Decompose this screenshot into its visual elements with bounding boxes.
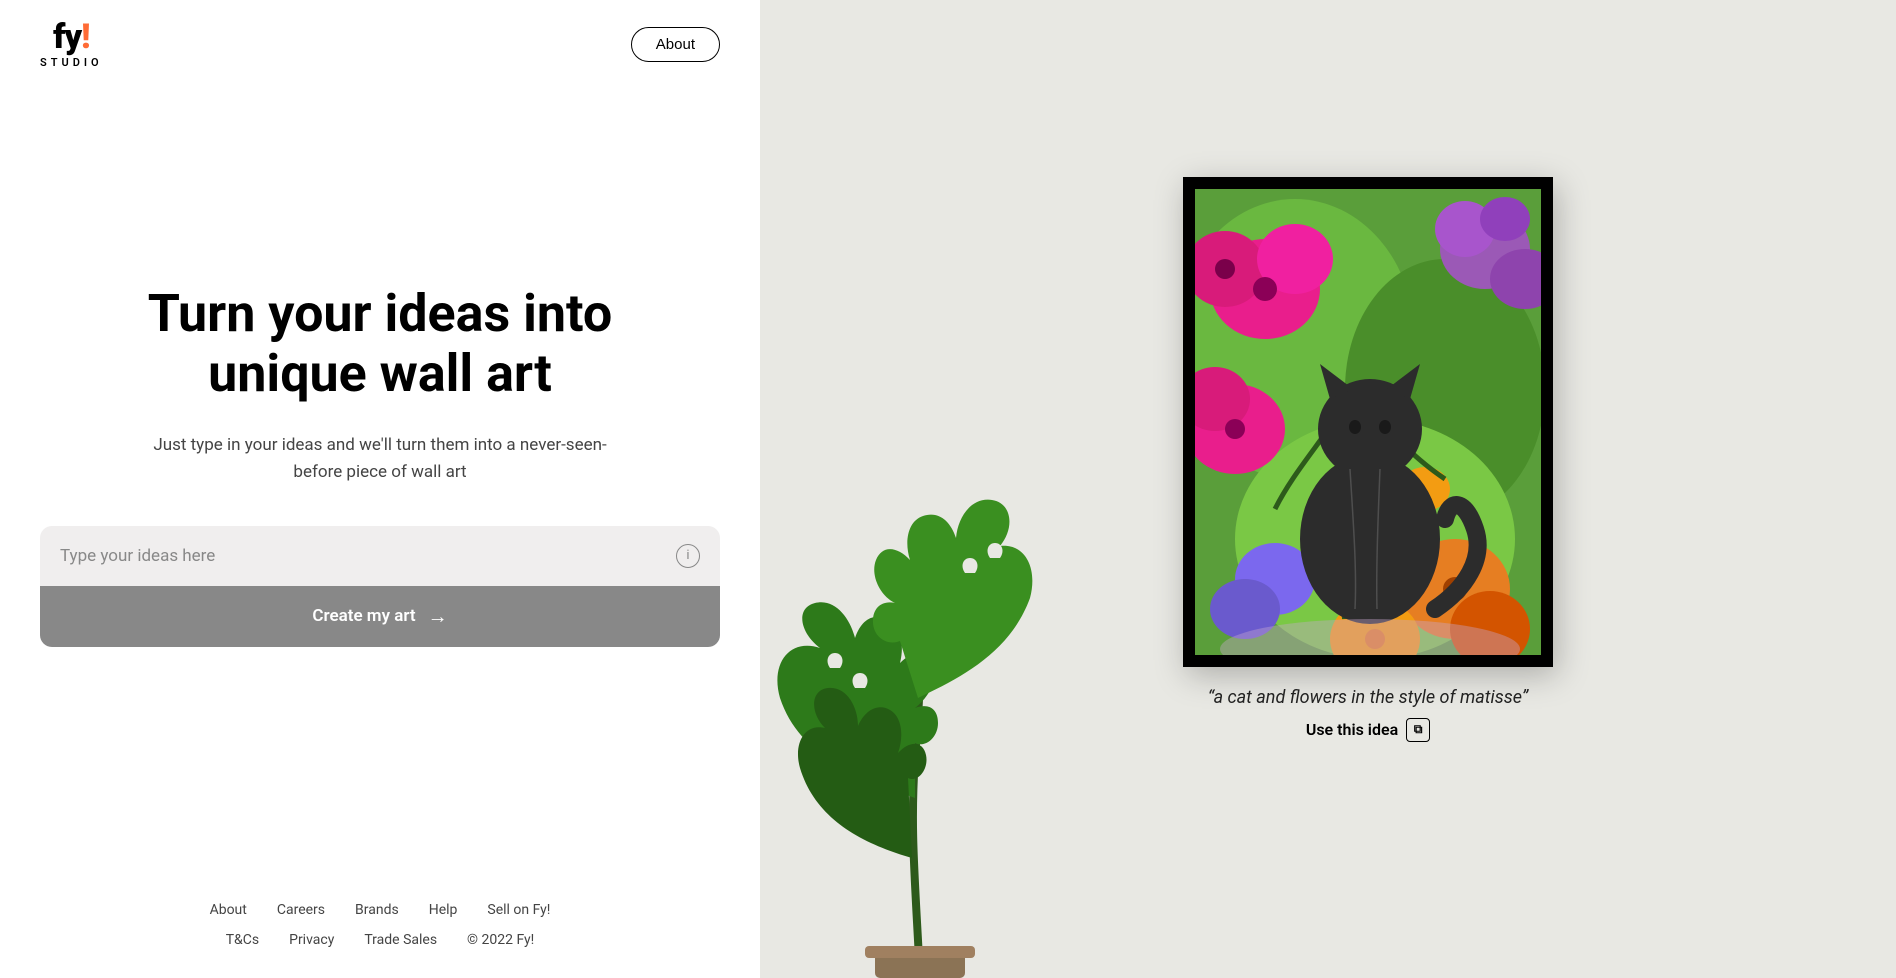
- art-caption: “a cat and flowers in the style of matis…: [1183, 687, 1553, 708]
- header: fy! STUDIO About: [0, 0, 760, 89]
- left-panel: fy! STUDIO About Turn your ideas into un…: [0, 0, 760, 978]
- footer-link-trade[interactable]: Trade Sales: [364, 932, 437, 948]
- logo-mark: fy!: [53, 20, 89, 54]
- art-frame: [1183, 177, 1553, 667]
- create-button-label: Create my art: [312, 606, 415, 626]
- input-wrapper: i: [40, 526, 720, 586]
- footer-link-brands[interactable]: Brands: [355, 902, 399, 918]
- footer-links: About Careers Brands Help Sell on Fy!: [40, 902, 720, 918]
- footer-link-sell[interactable]: Sell on Fy!: [487, 902, 550, 918]
- use-idea-icon: ⧉: [1406, 718, 1430, 742]
- input-section: i Create my art →: [40, 526, 720, 647]
- right-panel: “a cat and flowers in the style of matis…: [760, 0, 1896, 978]
- copy-icon: ⧉: [1414, 722, 1423, 737]
- footer-link-careers[interactable]: Careers: [277, 902, 325, 918]
- logo: fy! STUDIO: [40, 20, 103, 69]
- hero-title: Turn your ideas into unique wall art: [100, 284, 660, 404]
- idea-input[interactable]: [60, 546, 676, 566]
- logo-subtitle: STUDIO: [40, 56, 103, 69]
- footer-link-about[interactable]: About: [210, 902, 247, 918]
- copyright: © 2022 Fy!: [467, 932, 534, 948]
- art-inner: [1195, 189, 1541, 655]
- hero-subtitle: Just type in your ideas and we'll turn t…: [140, 432, 620, 486]
- info-symbol: i: [686, 548, 689, 563]
- use-idea-button[interactable]: Use this idea ⧉: [1183, 718, 1553, 742]
- info-icon[interactable]: i: [676, 544, 700, 568]
- footer-link-privacy[interactable]: Privacy: [289, 932, 334, 948]
- create-button[interactable]: Create my art →: [40, 586, 720, 647]
- footer-bottom: T&Cs Privacy Trade Sales © 2022 Fy!: [40, 932, 720, 948]
- plant-decoration: [760, 478, 1080, 978]
- use-idea-label: Use this idea: [1306, 720, 1398, 739]
- main-content: Turn your ideas into unique wall art Jus…: [0, 89, 760, 882]
- art-frame-container: “a cat and flowers in the style of matis…: [1183, 177, 1553, 742]
- arrow-icon: →: [428, 604, 448, 629]
- footer-link-help[interactable]: Help: [429, 902, 458, 918]
- footer-link-tcs[interactable]: T&Cs: [226, 932, 259, 948]
- about-button[interactable]: About: [631, 27, 720, 62]
- footer: About Careers Brands Help Sell on Fy! T&…: [0, 882, 760, 978]
